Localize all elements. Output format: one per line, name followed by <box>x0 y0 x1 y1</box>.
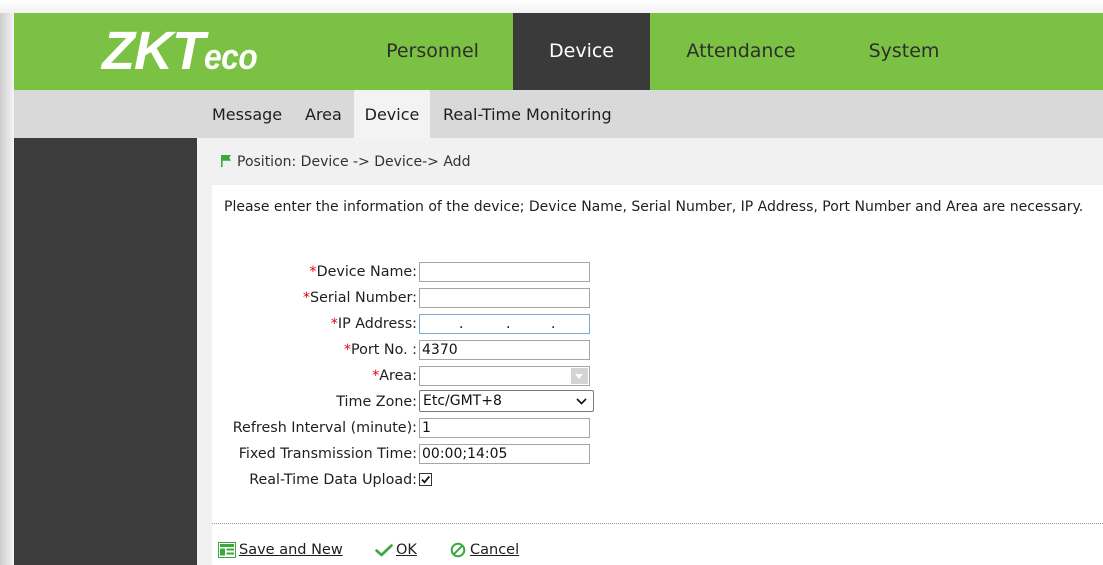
ip-address-label: *IP Address: <box>212 314 417 334</box>
refresh-interval-input[interactable] <box>419 418 590 438</box>
nav-tab-attendance[interactable]: Attendance <box>673 13 809 90</box>
checkmark-icon <box>421 475 430 484</box>
form-row-serial-number: *Serial Number: <box>212 288 1103 308</box>
fixed-transmission-time-label: *Fixed Transmission Time: <box>212 444 417 464</box>
form-row-time-zone: *Time Zone: Etc/GMT+8 <box>212 390 1103 412</box>
ip-address-input[interactable]: . . . <box>419 314 590 334</box>
real-time-upload-label-text: Real-Time Data Upload: <box>249 472 417 488</box>
time-zone-label-text: Time Zone: <box>336 394 417 410</box>
time-zone-label: *Time Zone: <box>212 392 417 412</box>
sub-tab-real-time-monitoring[interactable]: Real-Time Monitoring <box>443 90 612 138</box>
left-sidebar <box>14 138 197 565</box>
device-name-label: *Device Name: <box>212 262 417 282</box>
area-label-text: Area: <box>379 368 417 384</box>
port-label-text: Port No. : <box>351 342 417 358</box>
logo-suffix-text: eco <box>203 36 258 77</box>
main-content: Position: Device -> Device-> Add Please … <box>197 138 1103 565</box>
ip-address-label-text: IP Address: <box>337 316 417 332</box>
port-label: *Port No. : <box>212 340 417 360</box>
save-and-new-button[interactable]: Save and New <box>218 540 343 560</box>
save-form-icon <box>218 542 236 558</box>
required-mark: * <box>343 342 352 358</box>
device-name-input[interactable] <box>419 262 590 282</box>
window-shadow-left <box>0 0 14 565</box>
window-shadow-top <box>0 0 1103 13</box>
form-row-ip-address: *IP Address: . . . <box>212 314 1103 334</box>
logo-main-text: ZKT <box>102 21 205 81</box>
info-message: Please enter the information of the devi… <box>224 199 1084 215</box>
ip-separator: . <box>506 316 511 332</box>
serial-number-input[interactable] <box>419 288 590 308</box>
ok-label: OK <box>396 542 417 558</box>
device-form-panel: Please enter the information of the devi… <box>212 185 1103 565</box>
form-row-area: *Area: <box>212 366 1103 386</box>
form-row-refresh-interval: *Refresh Interval (minute): <box>212 418 1103 438</box>
top-header: ZKTeco Personnel Device Attendance Syste… <box>14 13 1103 90</box>
sub-navigation: Message Area Device Real-Time Monitoring <box>14 90 1103 138</box>
save-and-new-label: Save and New <box>239 542 343 558</box>
refresh-interval-label-text: Refresh Interval (minute): <box>232 420 417 436</box>
nav-tab-device[interactable]: Device <box>513 13 650 90</box>
port-input[interactable] <box>419 340 590 360</box>
form-divider <box>212 523 1103 524</box>
cancel-icon <box>450 542 466 558</box>
time-zone-value: Etc/GMT+8 <box>423 393 502 409</box>
dropdown-arrow-icon[interactable] <box>571 368 588 384</box>
breadcrumb: Position: Device -> Device-> Add <box>237 154 471 170</box>
form-row-port: *Port No. : <box>212 340 1103 360</box>
real-time-upload-checkbox[interactable] <box>419 473 432 486</box>
area-label: *Area: <box>212 366 417 386</box>
refresh-interval-label: *Refresh Interval (minute): <box>212 418 417 438</box>
device-name-label-text: Device Name: <box>316 264 417 280</box>
serial-number-label: *Serial Number: <box>212 288 417 308</box>
fixed-transmission-time-input[interactable] <box>419 444 590 464</box>
ip-separator: . <box>551 316 556 332</box>
required-mark: * <box>330 316 338 332</box>
sub-tab-message[interactable]: Message <box>212 90 282 138</box>
ip-separator: . <box>459 316 464 332</box>
check-icon <box>375 543 393 556</box>
form-row-fixed-transmission-time: *Fixed Transmission Time: <box>212 444 1103 464</box>
area-combobox[interactable] <box>419 366 590 386</box>
ok-button[interactable]: OK <box>375 540 417 560</box>
time-zone-select[interactable]: Etc/GMT+8 <box>419 390 594 412</box>
flag-icon <box>221 155 231 167</box>
form-row-real-time-upload: *Real-Time Data Upload: <box>212 470 1103 490</box>
nav-tab-personnel[interactable]: Personnel <box>365 13 500 90</box>
cancel-button[interactable]: Cancel <box>450 540 519 560</box>
zkteco-logo[interactable]: ZKTeco <box>102 24 265 78</box>
sub-tab-area[interactable]: Area <box>305 90 342 138</box>
real-time-upload-label: *Real-Time Data Upload: <box>212 470 417 490</box>
required-mark: * <box>302 290 310 306</box>
form-row-device-name: *Device Name: <box>212 262 1103 282</box>
serial-number-label-text: Serial Number: <box>310 290 417 306</box>
fixed-transmission-time-label-text: Fixed Transmission Time: <box>238 446 417 462</box>
cancel-label: Cancel <box>470 542 520 558</box>
chevron-down-icon <box>576 398 587 405</box>
nav-tab-system[interactable]: System <box>836 13 972 90</box>
sub-tab-device[interactable]: Device <box>354 90 430 138</box>
required-mark: * <box>309 264 317 280</box>
